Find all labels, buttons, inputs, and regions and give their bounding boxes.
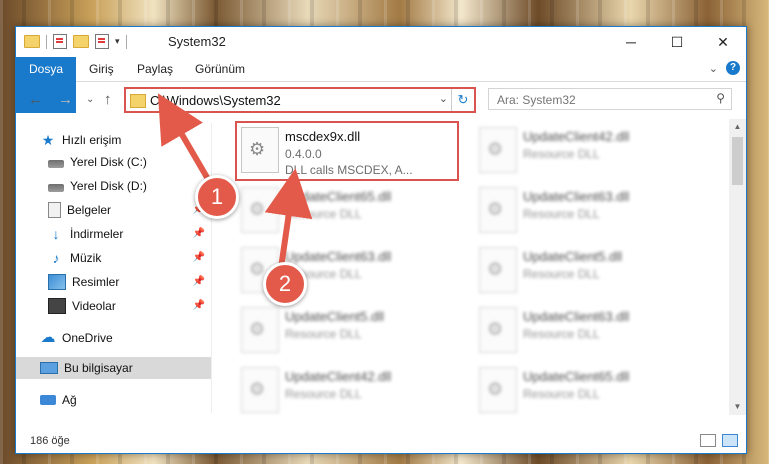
step-2-badge: 2 [263, 262, 307, 306]
step-1-badge: 1 [195, 175, 239, 219]
arrow-to-address-bar [157, 93, 215, 188]
arrow-to-file [264, 168, 313, 269]
annotation-arrows [157, 93, 313, 269]
